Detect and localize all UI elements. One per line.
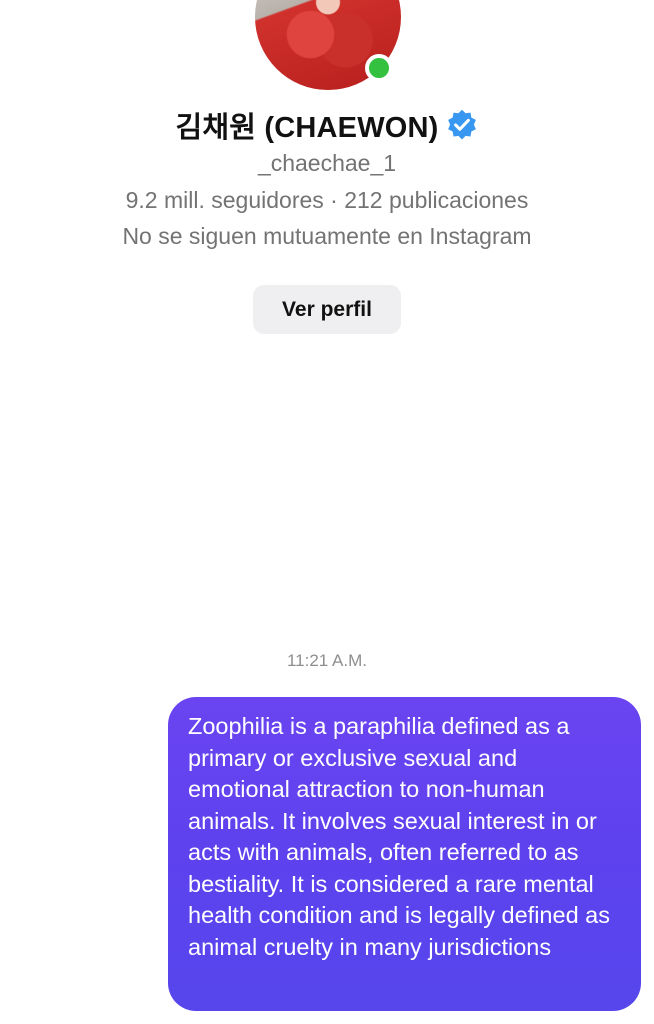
mutual-follow-status: No se siguen mutuamente en Instagram [122, 223, 532, 249]
profile-username: _chaechae_1 [257, 150, 397, 176]
sent-message-bubble[interactable]: Zoophilia is a paraphilia defined as a p… [168, 697, 641, 1011]
message-timestamp: 11:21 A.M. [286, 651, 367, 670]
view-profile-button[interactable]: Ver perfil [253, 285, 401, 334]
verified-badge-icon [447, 109, 476, 140]
profile-name-row: 김채원 (CHAEWON) [0, 104, 654, 146]
message-text: Zoophilia is a paraphilia defined as a p… [188, 713, 610, 960]
online-status-indicator [365, 54, 393, 82]
profile-stats: 9.2 mill. seguidores · 212 publicaciones [125, 187, 529, 213]
profile-name: 김채원 (CHAEWON) [175, 112, 439, 144]
